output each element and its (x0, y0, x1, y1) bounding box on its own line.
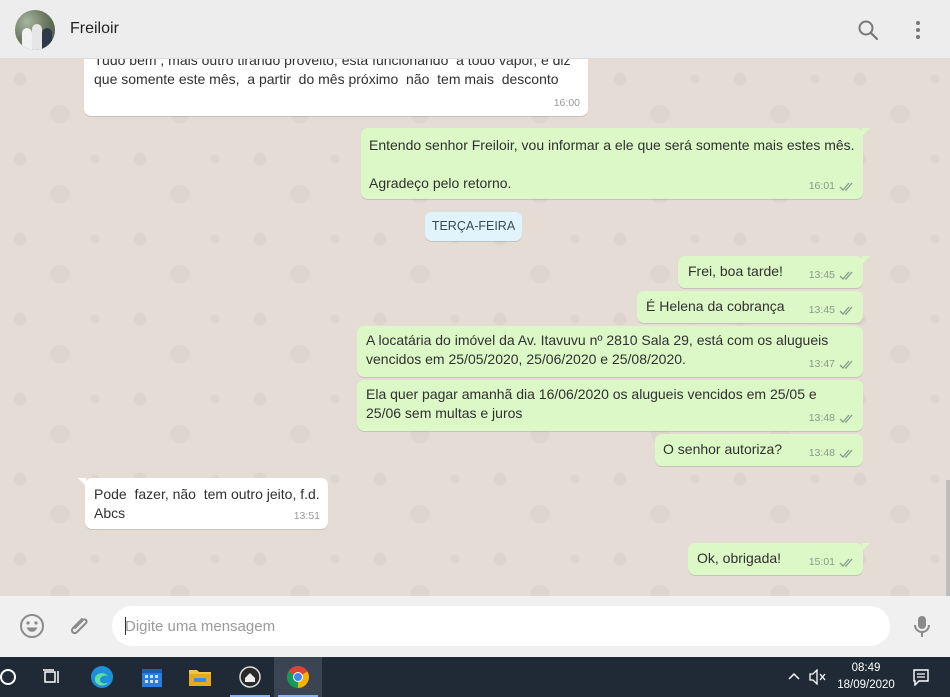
message-text: Entendo senhor Freiloir, vou informar a … (369, 137, 855, 191)
message-outgoing[interactable]: Ela quer pagar amanhã dia 16/06/2020 os … (357, 380, 863, 431)
calendar-icon[interactable] (128, 657, 176, 697)
windows-taskbar: 08:49 18/09/2020 (0, 657, 950, 697)
scrollbar[interactable] (946, 480, 950, 596)
message-time: 13:48 (808, 412, 835, 424)
message-outgoing[interactable]: É Helena da cobrança 13:45 (637, 291, 863, 323)
message-input[interactable] (112, 606, 890, 646)
edge-icon[interactable] (78, 657, 126, 697)
message-time: 16:01 (808, 180, 835, 192)
read-receipt-icon (839, 182, 853, 191)
notifications-icon[interactable] (912, 668, 930, 686)
message-time: 15:01 (808, 556, 835, 568)
volume-muted-icon[interactable] (809, 669, 827, 685)
message-list[interactable]: Tudo bem , mais outro tirando proveito, … (0, 59, 950, 596)
message-incoming[interactable]: Tudo bem , mais outro tirando proveito, … (84, 59, 588, 116)
microphone-icon[interactable] (909, 613, 935, 639)
app-icon[interactable] (226, 657, 274, 697)
read-receipt-icon (839, 306, 853, 315)
message-outgoing[interactable]: A locatária do imóvel da Av. Itavuvu nº … (357, 326, 863, 377)
attach-icon[interactable] (67, 613, 93, 639)
chevron-up-icon[interactable] (787, 670, 801, 684)
message-time: 13:48 (808, 447, 835, 459)
read-receipt-icon (839, 414, 853, 423)
chat-header: Freiloir (0, 0, 950, 59)
message-text: Ela quer pagar amanhã dia 16/06/2020 os … (366, 386, 821, 421)
day-separator: TERÇA-FEIRA (425, 212, 522, 241)
read-receipt-icon (839, 360, 853, 369)
message-time: 13:47 (808, 358, 835, 370)
message-time: 13:45 (808, 269, 835, 281)
clock-time: 08:49 (851, 662, 881, 674)
task-view-icon[interactable] (28, 657, 76, 697)
emoji-icon[interactable] (19, 613, 45, 639)
message-outgoing[interactable]: Entendo senhor Freiloir, vou informar a … (361, 128, 870, 199)
search-icon[interactable] (856, 18, 880, 42)
text-caret (125, 617, 126, 635)
message-outgoing[interactable]: Ok, obrigada! 15:01 (688, 543, 870, 575)
message-time: 16:00 (553, 97, 580, 109)
read-receipt-icon (839, 558, 853, 567)
message-outgoing[interactable]: Frei, boa tarde! 13:45 (678, 256, 870, 288)
message-text: Tudo bem , mais outro tirando proveito, … (94, 59, 575, 87)
message-time: 13:45 (808, 304, 835, 316)
read-receipt-icon (839, 271, 853, 280)
file-explorer-icon[interactable] (176, 657, 224, 697)
message-incoming[interactable]: Pode fazer, não tem outro jeito, f.d. Ab… (78, 478, 328, 529)
read-receipt-icon (839, 449, 853, 458)
message-composer (0, 596, 950, 657)
message-text: Pode fazer, não tem outro jeito, f.d. Ab… (94, 486, 320, 521)
contact-avatar[interactable] (15, 10, 55, 50)
message-time: 13:51 (293, 510, 320, 522)
message-text: A locatária do imóvel da Av. Itavuvu nº … (366, 332, 833, 367)
clock-date: 18/09/2020 (837, 679, 895, 691)
chrome-icon[interactable] (274, 657, 322, 697)
kebab-menu-icon[interactable] (906, 18, 930, 42)
taskbar-clock[interactable]: 08:49 18/09/2020 (830, 660, 902, 694)
contact-name[interactable]: Freiloir (70, 20, 119, 38)
message-outgoing[interactable]: O senhor autoriza? 13:48 (655, 434, 863, 466)
